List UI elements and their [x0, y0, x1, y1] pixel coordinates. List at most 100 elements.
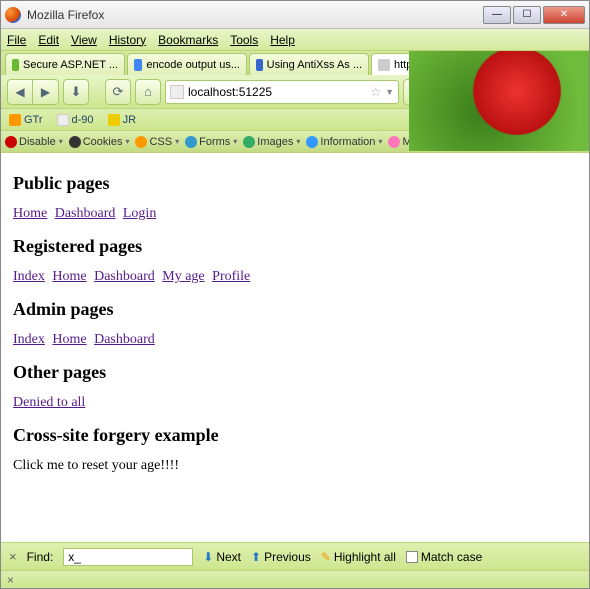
heading-public: Public pages: [13, 173, 577, 194]
tab-label: Secure ASP.NET ...: [23, 59, 118, 71]
bookmarks-toolbar: GTr d-90 JR: [1, 109, 589, 131]
link-index[interactable]: Index: [13, 332, 45, 347]
bookmark-label: d-90: [72, 114, 94, 126]
url-bar[interactable]: ☆ ▼: [165, 80, 399, 104]
back-button[interactable]: ◀: [7, 79, 33, 105]
info-icon: [306, 136, 318, 148]
match-case-checkbox[interactable]: Match case: [406, 550, 482, 564]
bookmark-label: GTr: [24, 114, 43, 126]
close-icon[interactable]: ×: [473, 59, 479, 70]
menu-help[interactable]: Help: [270, 33, 295, 47]
link-index[interactable]: Index: [13, 269, 45, 284]
web-developer-toolbar: Disable Cookies CSS Forms Images Informa…: [1, 131, 589, 153]
checkbox-icon[interactable]: [406, 551, 418, 563]
csrf-text: Click me to reset your age!!!!: [13, 458, 577, 474]
dev-cookies[interactable]: Cookies: [69, 136, 130, 148]
menu-bookmarks[interactable]: Bookmarks: [158, 33, 218, 47]
menu-file[interactable]: File: [7, 33, 26, 47]
link-denied[interactable]: Denied to all: [13, 395, 85, 410]
minimize-button[interactable]: —: [483, 6, 511, 24]
arrow-up-icon: ⬆: [251, 550, 261, 564]
findbar: × Find: ⬇Next ⬆Previous ✎Highlight all M…: [1, 542, 589, 570]
dev-information[interactable]: Information: [306, 136, 382, 148]
bookmark-icon: [57, 114, 69, 126]
tab-icon: [134, 59, 142, 71]
dev-disable[interactable]: Disable: [5, 136, 63, 148]
dev-forms[interactable]: Forms: [185, 136, 237, 148]
search-icon[interactable]: 🔍: [563, 85, 578, 99]
bookmark-jr[interactable]: JR: [108, 114, 136, 126]
search-placeholder: Google: [510, 86, 560, 98]
link-login[interactable]: Login: [123, 206, 156, 221]
forward-button[interactable]: ▶: [33, 79, 59, 105]
url-input[interactable]: [188, 85, 366, 99]
arrow-down-icon: ⬇: [203, 550, 213, 564]
download-button[interactable]: ⬇: [63, 79, 89, 105]
titlebar: Mozilla Firefox — ☐ ✕: [1, 1, 589, 29]
disable-icon: [5, 136, 17, 148]
dropdown-icon[interactable]: ▼: [385, 87, 394, 97]
reload-button[interactable]: ↻: [403, 79, 429, 105]
reload-inner-button[interactable]: ⟳: [105, 79, 131, 105]
page-icon: [170, 85, 184, 99]
bookmark-star-icon[interactable]: ☆: [370, 85, 381, 99]
dev-css[interactable]: CSS: [135, 136, 179, 148]
highlight-all-button[interactable]: ✎Highlight all: [321, 550, 396, 564]
link-dashboard[interactable]: Dashboard: [55, 206, 116, 221]
tab-0[interactable]: Secure ASP.NET ...: [5, 53, 125, 75]
tab-icon: [12, 59, 19, 71]
link-home[interactable]: Home: [52, 332, 86, 347]
find-previous-button[interactable]: ⬆Previous: [251, 550, 311, 564]
dev-misc[interactable]: Miscellaneous: [388, 136, 479, 148]
new-tab-button[interactable]: +: [488, 53, 510, 75]
firefox-icon: [5, 7, 21, 23]
search-box[interactable]: G Google 🔍: [493, 80, 583, 104]
bookmark-icon: [9, 114, 21, 126]
outline-icon: [485, 136, 497, 148]
statusbar-close-icon[interactable]: ×: [7, 573, 14, 587]
window-title: Mozilla Firefox: [27, 8, 483, 22]
menu-edit[interactable]: Edit: [38, 33, 59, 47]
tabgroup-button[interactable]: ▦: [433, 79, 459, 105]
heading-csrf: Cross-site forgery example: [13, 425, 577, 446]
google-icon: G: [498, 86, 507, 98]
statusbar: ×: [1, 570, 589, 588]
tab-3[interactable]: http://l...51225/×: [371, 53, 486, 75]
registered-links: Index Home Dashboard My age Profile: [13, 269, 577, 285]
bookmark-gtr[interactable]: GTr: [9, 114, 43, 126]
tab-1[interactable]: encode output us...: [127, 53, 247, 75]
page-content: Public pages Home Dashboard Login Regist…: [1, 153, 589, 523]
link-home[interactable]: Home: [13, 206, 47, 221]
bookmark-icon: [108, 114, 120, 126]
link-home[interactable]: Home: [52, 269, 86, 284]
forms-icon: [185, 136, 197, 148]
maximize-button[interactable]: ☐: [513, 6, 541, 24]
heading-admin: Admin pages: [13, 299, 577, 320]
home-button[interactable]: ⌂: [135, 79, 161, 105]
window-controls: — ☐ ✕: [483, 6, 585, 24]
tab-2[interactable]: Using AntiXss As ...: [249, 53, 369, 75]
dev-images[interactable]: Images: [243, 136, 300, 148]
tab-icon: [378, 59, 390, 71]
dev-outline[interactable]: Ou: [485, 136, 521, 148]
link-profile[interactable]: Profile: [212, 269, 250, 284]
admin-links: Index Home Dashboard: [13, 332, 577, 348]
bookmark-d90[interactable]: d-90: [57, 114, 94, 126]
menu-history[interactable]: History: [109, 33, 146, 47]
menu-tools[interactable]: Tools: [230, 33, 258, 47]
find-next-button[interactable]: ⬇Next: [203, 550, 241, 564]
find-label: Find:: [27, 550, 54, 564]
stop-button[interactable]: ✖: [463, 79, 489, 105]
images-icon: [243, 136, 255, 148]
find-input[interactable]: [63, 548, 193, 566]
menu-view[interactable]: View: [71, 33, 97, 47]
link-dashboard[interactable]: Dashboard: [94, 269, 155, 284]
findbar-close-icon[interactable]: ×: [9, 549, 17, 564]
close-button[interactable]: ✕: [543, 6, 585, 24]
menubar: File Edit View History Bookmarks Tools H…: [1, 29, 589, 51]
heading-other: Other pages: [13, 362, 577, 383]
link-dashboard[interactable]: Dashboard: [94, 332, 155, 347]
link-myage[interactable]: My age: [162, 269, 204, 284]
css-icon: [135, 136, 147, 148]
tabbar: Secure ASP.NET ... encode output us... U…: [1, 51, 589, 75]
